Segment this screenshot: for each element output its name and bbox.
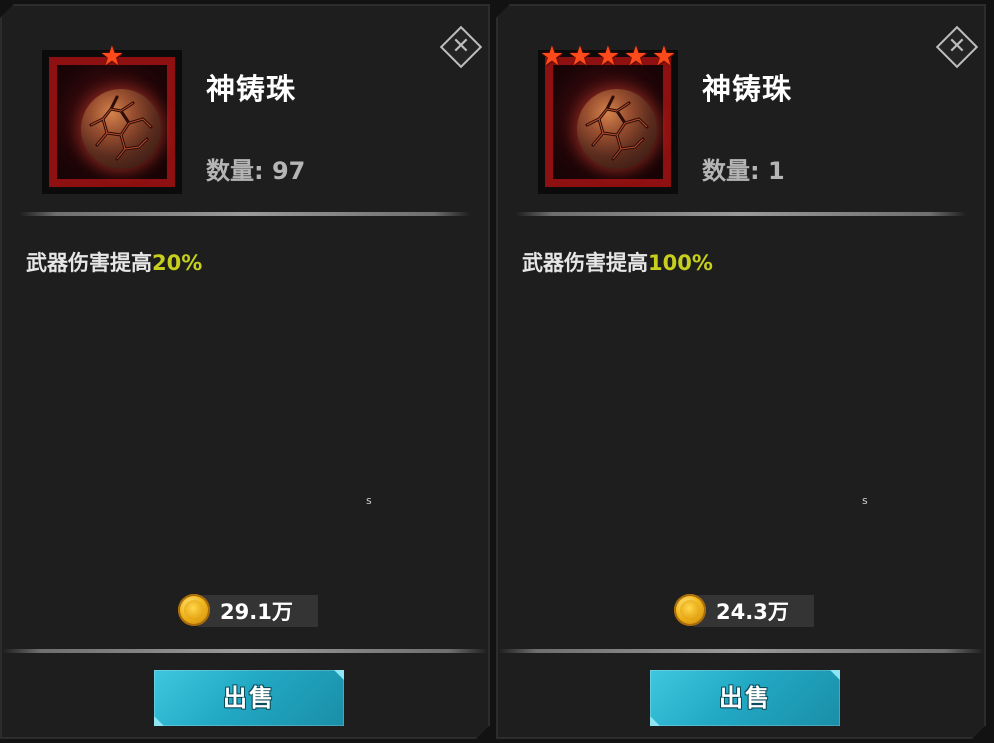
item-description: 武器伤害提高20% (26, 247, 202, 277)
description-value: 100% (648, 251, 713, 275)
close-icon: ✕ (947, 34, 967, 59)
close-button[interactable]: ✕ (438, 24, 484, 70)
price-value: 29.1万 (220, 600, 293, 624)
star-icon: ★ (539, 41, 565, 72)
description-text: 武器伤害提高 (26, 251, 152, 275)
star-icon: ★ (595, 41, 621, 72)
divider (2, 649, 488, 653)
star-rating: ★ (42, 44, 182, 70)
item-detail-panel: ★ 神铸珠 数量: 97 ✕ 武器伤害提高20% s 29.1万 出售 (0, 4, 490, 739)
item-name: 神铸珠 (702, 72, 793, 106)
price-value: 24.3万 (716, 600, 789, 624)
divider (498, 649, 984, 653)
forge-orb-icon (81, 89, 161, 169)
divider (516, 212, 966, 216)
sell-button-label: 出售 (223, 684, 275, 712)
item-quantity: 数量: 97 (206, 157, 306, 185)
item-quantity: 数量: 1 (702, 157, 785, 185)
item-name: 神铸珠 (206, 72, 297, 106)
star-icon: ★ (623, 41, 649, 72)
star-icon: ★ (99, 41, 125, 72)
description-value: 20% (152, 251, 203, 275)
tiny-text: s (862, 494, 868, 507)
coin-icon (674, 594, 706, 626)
sell-button[interactable]: 出售 (650, 670, 840, 726)
close-icon: ✕ (451, 34, 471, 59)
item-description: 武器伤害提高100% (522, 247, 713, 277)
forge-orb-icon (577, 89, 657, 169)
tiny-text: s (366, 494, 372, 507)
sell-price: 29.1万 (178, 594, 318, 627)
close-button[interactable]: ✕ (934, 24, 980, 70)
star-icon: ★ (651, 41, 677, 72)
sell-button[interactable]: 出售 (154, 670, 344, 726)
item-detail-panel: ★ ★ ★ ★ ★ 神铸珠 数量: 1 ✕ 武器伤害提高100% s 24.3万… (496, 4, 986, 739)
sell-price: 24.3万 (674, 594, 814, 627)
star-rating: ★ ★ ★ ★ ★ (538, 44, 678, 70)
coin-icon (178, 594, 210, 626)
description-text: 武器伤害提高 (522, 251, 648, 275)
divider (20, 212, 470, 216)
star-icon: ★ (567, 41, 593, 72)
sell-button-label: 出售 (719, 684, 771, 712)
